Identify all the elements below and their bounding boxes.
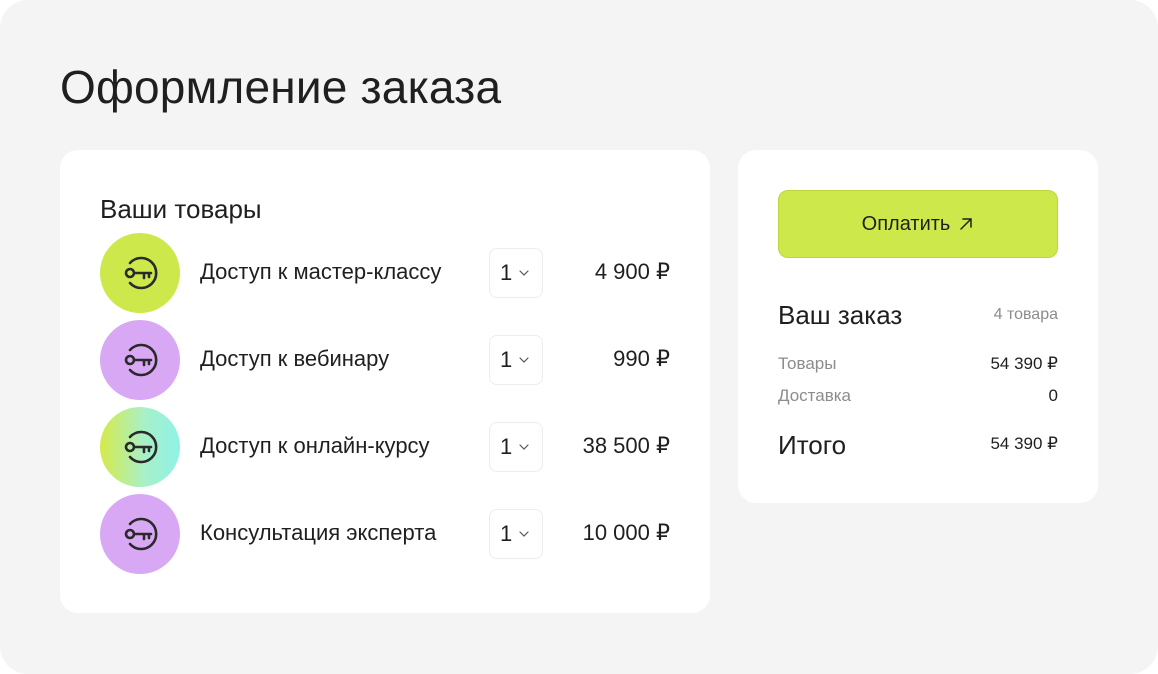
chevron-down-icon — [519, 444, 529, 450]
cart-item: Консультация эксперта 1 10 000 ₽ — [100, 494, 670, 574]
quantity-value: 1 — [500, 434, 513, 459]
goods-label: Товары — [778, 354, 837, 373]
quantity-select[interactable]: 1 — [489, 509, 543, 559]
arrow-up-right-icon — [958, 216, 974, 232]
delivery-label: Доставка — [778, 386, 852, 405]
item-price: 10 000 ₽ — [582, 520, 670, 545]
pay-button-label: Оплатить — [861, 212, 951, 235]
item-count: 4 товара — [993, 306, 1058, 323]
cart-item: Доступ к вебинару 1 990 ₽ — [100, 320, 670, 400]
total-label: Итого — [778, 430, 847, 460]
key-icon — [100, 407, 180, 487]
chevron-down-icon — [519, 270, 529, 276]
item-name: Доступ к онлайн-курсу — [200, 433, 430, 458]
key-icon — [100, 320, 180, 400]
item-price: 38 500 ₽ — [582, 433, 670, 458]
products-heading: Ваши товары — [100, 194, 262, 224]
quantity-value: 1 — [500, 260, 513, 285]
item-name: Доступ к вебинару — [200, 346, 390, 371]
goods-value: 54 390 ₽ — [990, 354, 1058, 373]
summary-title: Ваш заказ — [778, 300, 903, 330]
page-title: Оформление заказа — [60, 61, 502, 113]
delivery-value: 0 — [1048, 386, 1058, 405]
cart-item: Доступ к мастер-классу 1 4 900 ₽ — [100, 233, 670, 313]
order-summary-card: Оплатить Ваш заказ 4 товара Товары 54 39… — [738, 150, 1098, 503]
quantity-select[interactable]: 1 — [489, 248, 543, 298]
products-card: Ваши товары Доступ к мастер-классу 1 4 9… — [60, 150, 710, 613]
quantity-select[interactable]: 1 — [489, 335, 543, 385]
quantity-select[interactable]: 1 — [489, 422, 543, 472]
item-name: Консультация эксперта — [200, 520, 437, 545]
chevron-down-icon — [519, 531, 529, 537]
quantity-value: 1 — [500, 521, 513, 546]
key-icon — [100, 233, 180, 313]
pay-button[interactable]: Оплатить — [778, 190, 1058, 258]
chevron-down-icon — [519, 357, 529, 363]
quantity-value: 1 — [500, 347, 513, 372]
total-value: 54 390 ₽ — [990, 434, 1058, 453]
item-price: 990 ₽ — [613, 346, 670, 371]
checkout-page: Оформление заказа Ваши товары Доступ к м… — [0, 0, 1158, 674]
cart-item: Доступ к онлайн-курсу 1 38 500 ₽ — [100, 407, 670, 487]
key-icon — [100, 494, 180, 574]
item-name: Доступ к мастер-классу — [200, 259, 442, 284]
item-price: 4 900 ₽ — [594, 259, 670, 284]
